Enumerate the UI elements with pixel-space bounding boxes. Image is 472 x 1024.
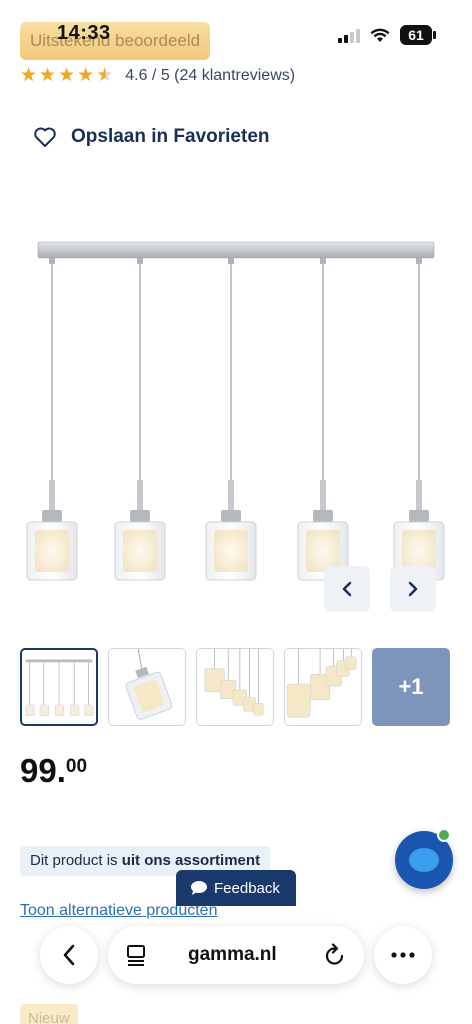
clock: 14:33 [57, 22, 111, 44]
url-bar[interactable]: gamma.nl [108, 926, 364, 984]
thumbnail-2[interactable] [108, 648, 186, 726]
browser-more-button[interactable] [374, 926, 432, 984]
speech-bubble-icon [191, 881, 207, 895]
battery-indicator: 61 [400, 25, 436, 45]
chat-bubble-icon [409, 848, 439, 872]
thumbnail-image [204, 649, 264, 716]
star-icon: ★ [58, 65, 76, 86]
more-images-label: +1 [398, 674, 424, 699]
browser-back-button[interactable] [40, 926, 98, 984]
more-dots-icon [391, 952, 415, 958]
rating-text: 4.6 / 5 (24 klantreviews) [125, 67, 296, 84]
feedback-label: Feedback [214, 879, 280, 897]
thumbnail-image [286, 649, 357, 718]
wifi-icon [370, 28, 390, 42]
availability-status: uit ons assortiment [121, 852, 261, 869]
chevron-left-icon [63, 944, 75, 966]
browser-toolbar: gamma.nl [40, 926, 432, 984]
gallery-next-button[interactable] [390, 566, 436, 612]
chevron-right-icon [408, 581, 418, 597]
price-cents: 00 [65, 756, 88, 777]
rating-row[interactable]: ★ ★ ★ ★ ★ 4.6 / 5 (24 klantreviews) [20, 66, 295, 86]
star-rating: ★ ★ ★ ★ ★ [20, 66, 113, 86]
thumbnail-more[interactable]: +1 [372, 648, 450, 726]
availability-prefix: Dit product is [30, 852, 122, 869]
pendant-lights [26, 258, 445, 581]
star-icon: ★ [77, 65, 95, 86]
thumbnail-3[interactable] [196, 648, 274, 726]
thumbnail-image [125, 649, 173, 720]
price: 99.00 [20, 752, 87, 790]
reload-icon[interactable] [324, 943, 346, 967]
product-image[interactable] [0, 200, 472, 620]
favorite-label: Opslaan in Favorieten [71, 126, 270, 147]
thumbnail-strip: +1 [20, 648, 450, 726]
thumbnail-image [25, 659, 94, 716]
status-bar: Uitstekend beoordeeld 14:33 61 [0, 0, 472, 64]
cellular-signal-icon [338, 27, 360, 43]
half-star-icon: ★ [96, 65, 114, 86]
save-favorite-button[interactable]: Opslaan in Favorieten [33, 126, 270, 148]
thumbnail-4[interactable] [284, 648, 362, 726]
star-icon: ★ [20, 65, 38, 86]
thumbnail-1[interactable] [20, 648, 98, 726]
url-text: gamma.nl [188, 944, 277, 965]
chevron-left-icon [342, 581, 352, 597]
gallery-prev-button[interactable] [324, 566, 370, 612]
rating-overlay-badge: Uitstekend beoordeeld [20, 22, 211, 60]
new-badge: Nieuw [20, 1004, 78, 1024]
feedback-button[interactable]: Feedback [176, 870, 296, 906]
system-icons: 61 [338, 25, 436, 45]
page-icon [127, 945, 145, 966]
online-indicator [437, 828, 451, 842]
heart-outline-icon [34, 127, 56, 147]
star-icon: ★ [39, 65, 57, 86]
price-main: 99. [20, 752, 66, 789]
